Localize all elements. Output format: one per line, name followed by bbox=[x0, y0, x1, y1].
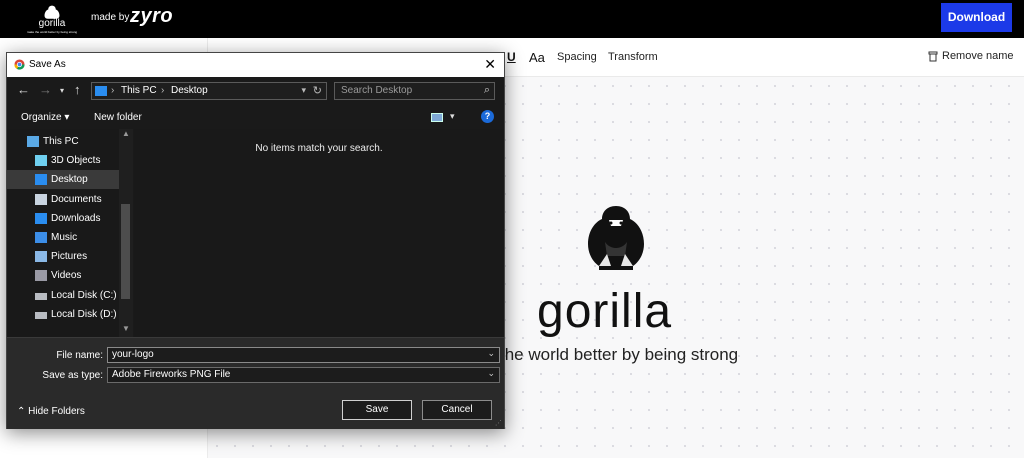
save-type-select[interactable]: Adobe Fireworks PNG File ⌄ bbox=[107, 367, 500, 383]
organize-button[interactable]: Organize ▾ bbox=[21, 112, 69, 123]
logo-tagline-text[interactable]: the world better by being strong bbox=[500, 345, 738, 365]
cube-icon bbox=[35, 155, 47, 167]
cancel-button[interactable]: Cancel bbox=[422, 400, 492, 420]
folder-icon bbox=[95, 86, 107, 96]
chrome-icon bbox=[14, 59, 25, 70]
tree-item[interactable]: 3D Objects bbox=[7, 151, 119, 170]
tree-item[interactable]: Documents bbox=[7, 190, 119, 209]
file-name-input[interactable]: your-logo ⌄ bbox=[107, 347, 500, 363]
tree-item-label: Documents bbox=[51, 193, 102, 205]
resize-grip-icon[interactable]: ⋰ bbox=[495, 419, 502, 427]
tree-item[interactable]: This PC bbox=[7, 132, 119, 151]
search-placeholder: Search Desktop bbox=[341, 85, 413, 96]
tree-item-label: Videos bbox=[51, 270, 82, 282]
computer-icon bbox=[27, 136, 39, 147]
tree-item-label: Downloads bbox=[51, 212, 101, 224]
tree-item[interactable]: Desktop bbox=[7, 170, 119, 190]
hide-folders-button[interactable]: ⌃ Hide Folders bbox=[17, 406, 85, 417]
remove-name-label: Remove name bbox=[942, 50, 1014, 62]
navigation-tree: This PC 3D Objects Desktop Documents Downloa… bbox=[7, 129, 133, 337]
logo-name-text[interactable]: gorilla bbox=[537, 284, 672, 339]
address-bar[interactable]: › This PC › Desktop ▾ ↻ bbox=[91, 82, 327, 100]
videos-icon bbox=[35, 270, 47, 282]
search-input[interactable]: Search Desktop ⌕ bbox=[334, 82, 495, 100]
brand-name: gorilla bbox=[38, 18, 66, 29]
navigation-row: ← → ▾ ↑ › This PC › Desktop ▾ ↻ Search D… bbox=[7, 77, 504, 103]
close-icon[interactable]: ✕ bbox=[484, 56, 496, 73]
breadcrumb-separator: › bbox=[111, 85, 115, 96]
font-size-button[interactable]: Aa bbox=[529, 50, 545, 65]
save-button[interactable]: Save bbox=[342, 400, 412, 420]
breadcrumb-this-pc[interactable]: This PC bbox=[121, 85, 157, 96]
back-arrow-icon[interactable]: ← bbox=[17, 82, 30, 97]
tree-item[interactable]: Local Disk (C:) bbox=[7, 286, 119, 305]
file-name-value: your-logo bbox=[112, 349, 154, 360]
chevron-down-icon[interactable]: ⌄ bbox=[487, 368, 495, 379]
brand-tagline: make the world better by being strong bbox=[26, 30, 78, 34]
chevron-up-icon: ⌃ bbox=[17, 406, 26, 417]
download-icon bbox=[35, 212, 47, 224]
save-type-label: Save as type: bbox=[42, 370, 103, 381]
breadcrumb-desktop[interactable]: Desktop bbox=[171, 85, 208, 96]
hide-folders-label: Hide Folders bbox=[28, 406, 85, 417]
forward-arrow-icon[interactable]: → bbox=[39, 82, 52, 97]
tree-scrollbar[interactable]: ▲ ▼ bbox=[119, 129, 133, 337]
tree-item[interactable]: Local Disk (D:) bbox=[7, 305, 119, 324]
scroll-down-icon[interactable]: ▼ bbox=[122, 324, 130, 333]
remove-name-button[interactable]: Remove name bbox=[928, 50, 1014, 62]
save-as-dialog: Save As ✕ ← → ▾ ↑ › This PC › Desktop ▾ … bbox=[6, 52, 505, 429]
dialog-title-bar[interactable]: Save As ✕ bbox=[7, 53, 504, 77]
command-bar: Organize ▾ New folder ▾ ? bbox=[7, 105, 504, 129]
pictures-icon bbox=[35, 251, 47, 263]
tree-item-label: This PC bbox=[43, 136, 79, 147]
file-list[interactable]: No items match your search. bbox=[134, 129, 504, 337]
save-type-value: Adobe Fireworks PNG File bbox=[112, 369, 231, 380]
empty-message: No items match your search. bbox=[255, 143, 383, 154]
tree-item-label: 3D Objects bbox=[51, 155, 101, 167]
transform-button[interactable]: Transform bbox=[608, 51, 658, 63]
scroll-thumb[interactable] bbox=[121, 204, 130, 299]
up-arrow-icon[interactable]: ↑ bbox=[74, 82, 81, 97]
organize-label: Organize bbox=[21, 112, 62, 123]
tree-item[interactable]: Music bbox=[7, 228, 119, 247]
gorilla-logo-icon[interactable] bbox=[585, 204, 647, 272]
save-options-panel: File name: your-logo ⌄ Save as type: Ado… bbox=[7, 337, 504, 429]
made-by-text: made by bbox=[91, 12, 130, 23]
tree-item-label: Local Disk (D:) bbox=[51, 308, 117, 320]
document-icon bbox=[35, 193, 47, 205]
tree-item[interactable]: Videos bbox=[7, 266, 119, 285]
disk-icon bbox=[35, 311, 47, 319]
desktop-icon bbox=[35, 174, 47, 186]
chevron-down-icon[interactable]: ▾ bbox=[450, 111, 455, 122]
chevron-down-icon[interactable]: ▾ bbox=[301, 85, 306, 96]
gorilla-icon bbox=[44, 5, 60, 19]
chevron-down-icon[interactable]: ⌄ bbox=[487, 348, 495, 359]
scroll-up-icon[interactable]: ▲ bbox=[122, 129, 130, 138]
top-bar: gorilla make the world better by being s… bbox=[0, 0, 1024, 38]
tree-item-label: Music bbox=[51, 232, 78, 243]
trash-icon bbox=[928, 51, 938, 61]
tree-item-label: Desktop bbox=[51, 174, 88, 186]
underline-button[interactable]: U bbox=[507, 50, 516, 64]
brand-logo[interactable]: gorilla make the world better by being s… bbox=[24, 4, 80, 34]
view-options-icon[interactable] bbox=[431, 113, 443, 122]
file-name-label: File name: bbox=[56, 350, 103, 361]
music-icon bbox=[35, 232, 47, 243]
recent-dropdown-icon[interactable]: ▾ bbox=[60, 86, 64, 95]
zyro-logo[interactable]: zyro bbox=[130, 5, 173, 28]
tree-item[interactable]: Downloads bbox=[7, 209, 119, 228]
tree-item-label: Local Disk (C:) bbox=[51, 289, 117, 301]
refresh-icon[interactable]: ↻ bbox=[313, 84, 322, 97]
tree-item[interactable]: Pictures bbox=[7, 247, 119, 266]
download-button[interactable]: Download bbox=[941, 3, 1012, 32]
search-icon[interactable]: ⌕ bbox=[484, 84, 490, 97]
new-folder-button[interactable]: New folder bbox=[94, 112, 142, 123]
help-icon[interactable]: ? bbox=[481, 110, 494, 123]
spacing-button[interactable]: Spacing bbox=[557, 51, 597, 63]
dialog-title: Save As bbox=[29, 59, 66, 70]
tree-item-label: Pictures bbox=[51, 251, 88, 263]
breadcrumb-separator: › bbox=[161, 85, 165, 96]
disk-icon bbox=[35, 292, 47, 300]
